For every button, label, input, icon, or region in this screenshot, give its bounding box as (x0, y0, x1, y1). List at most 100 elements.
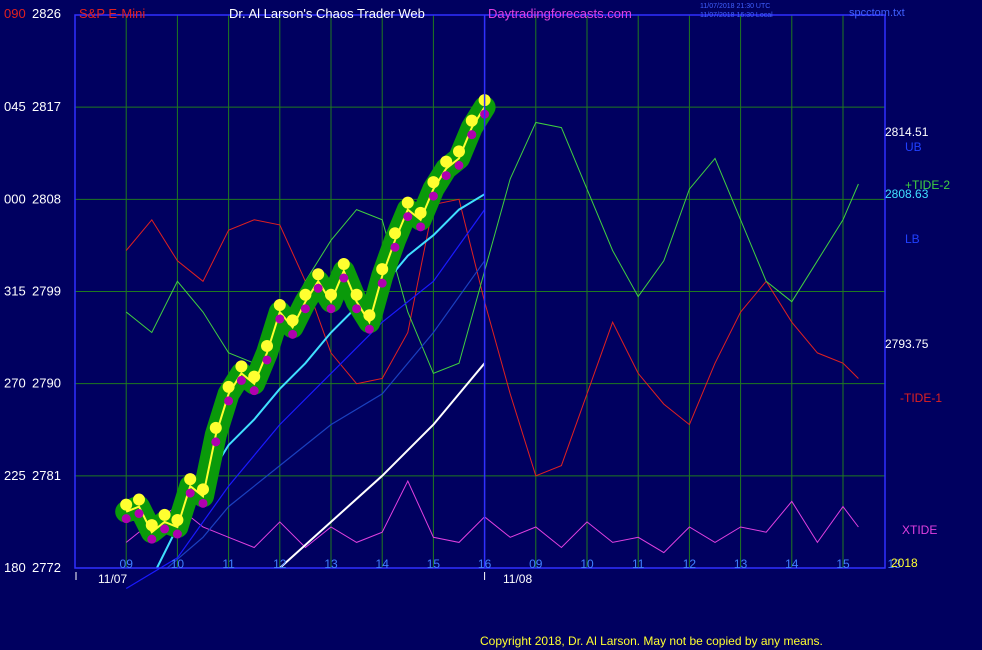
hour-tick-label: 13 (324, 557, 338, 571)
date-label-1: 11/07 (98, 572, 127, 586)
data-file-name: spcctom.txt (849, 7, 905, 19)
price-high-marker (389, 227, 401, 240)
price-low-marker (224, 396, 234, 406)
site-link[interactable]: Daytradingforecasts.com (488, 6, 632, 21)
price-high-marker (337, 258, 350, 271)
hour-tick-label: 12 (273, 557, 287, 571)
price-high-marker (299, 288, 312, 301)
price-high-marker (414, 206, 427, 219)
price-low-marker (313, 283, 323, 293)
hour-tick-label: 09 (120, 557, 134, 571)
price-low-marker (275, 314, 285, 324)
hour-tick-label: 11 (222, 557, 235, 571)
price-low-marker (377, 278, 387, 288)
price-low-marker (288, 329, 298, 339)
price-tick-label: 2817 (32, 99, 61, 114)
angle-tick-label: 270 (4, 376, 26, 391)
timestamp-utc: 11/07/2018 21:30 UTC (700, 3, 770, 10)
hour-tick-label: 10 (171, 557, 185, 571)
price-high-marker (286, 314, 299, 327)
price-high-marker (158, 508, 171, 521)
price-high-marker (427, 176, 440, 189)
price-low-marker (352, 304, 362, 314)
hour-tick-label: 16 (478, 557, 492, 571)
price-low-marker (134, 509, 144, 519)
price-high-marker (184, 473, 197, 486)
price-low-marker (467, 130, 477, 140)
price-high-marker (235, 360, 248, 373)
price-low-marker (262, 355, 272, 365)
price-high-marker (120, 498, 133, 511)
price-low-marker (403, 212, 413, 222)
hour-tick-label: 12 (683, 557, 697, 571)
ub-label: UB (905, 140, 922, 154)
price-label-top: 2826 (32, 6, 61, 21)
price-high-marker (312, 268, 325, 281)
price-low-marker (339, 273, 349, 283)
price-tick-label: 2781 (32, 468, 61, 483)
price-low-marker (198, 498, 208, 508)
chart-title: Dr. Al Larson's Chaos Trader Web (229, 6, 425, 21)
price-high-marker (325, 288, 337, 301)
hour-tick-label: 14 (376, 557, 390, 571)
price-high-marker (171, 514, 184, 527)
price-low-marker (121, 514, 131, 524)
price-high-marker (401, 196, 414, 209)
price-low-marker (160, 524, 170, 534)
price-low-marker (300, 304, 310, 314)
hour-tick-label: 14 (785, 557, 799, 571)
price-tick-label: 2808 (32, 191, 61, 206)
price-high-marker (363, 309, 376, 322)
price-high-marker (440, 155, 453, 168)
hour-tick-label: 10 (580, 557, 594, 571)
price-low-marker (326, 304, 336, 314)
price-low-marker (416, 222, 426, 232)
price-tick-label: 2799 (32, 284, 61, 299)
price-high-marker (197, 483, 209, 496)
cyan-value: 2808.63 (885, 187, 929, 201)
angle-tick-label: 045 (4, 99, 26, 114)
price-low-marker (147, 534, 157, 544)
price-low-marker (454, 160, 464, 170)
timestamp-local: 11/07/2018 16:30 Local (700, 12, 773, 19)
copyright-text: Copyright 2018, Dr. Al Larson. May not b… (480, 634, 823, 648)
angle-tick-label: 315 (4, 284, 26, 299)
angle-label-top: 090 (4, 6, 26, 21)
price-low-marker (428, 191, 438, 201)
lb-value: 2793.75 (885, 337, 929, 351)
hour-tick-label: 13 (734, 557, 748, 571)
price-tick-label: 2790 (32, 376, 61, 391)
year-label: 2018 (891, 556, 918, 570)
price-high-marker (248, 370, 261, 383)
price-high-marker (350, 288, 363, 301)
price-low-marker (441, 171, 451, 181)
price-low-marker (211, 437, 221, 447)
price-low-marker (364, 324, 374, 334)
angle-tick-label: 000 (4, 191, 26, 206)
ub-value: 2814.51 (885, 125, 929, 139)
price-high-marker (209, 421, 222, 434)
price-low-marker (236, 375, 246, 385)
price-low-marker (185, 488, 195, 498)
chaos-chart: 180 2772 225 2781 270 2790 315 2799 000 2808 045 28… (0, 0, 982, 650)
lb-label: LB (905, 232, 920, 246)
hour-tick-label: 09 (529, 557, 543, 571)
price-high-marker (453, 145, 465, 158)
price-high-marker (222, 380, 235, 393)
symbol-title: S&P E-Mini (79, 6, 145, 21)
date-label-2: 11/08 (503, 572, 532, 586)
hour-tick-label: 15 (836, 557, 850, 571)
price-high-marker (465, 114, 478, 127)
price-high-marker (273, 298, 286, 311)
hour-tick-label: 15 (427, 557, 441, 571)
price-low-marker (172, 529, 182, 539)
price-low-marker (390, 242, 400, 252)
price-high-marker (261, 339, 273, 352)
price-low-marker (249, 386, 259, 396)
price-high-marker (376, 263, 389, 276)
price-tick-label: 2772 (32, 560, 61, 575)
xtide-label: XTIDE (902, 523, 937, 537)
price-high-marker (145, 519, 158, 532)
angle-tick-label: 180 (4, 560, 26, 575)
tide1-label: -TIDE-1 (900, 391, 942, 405)
